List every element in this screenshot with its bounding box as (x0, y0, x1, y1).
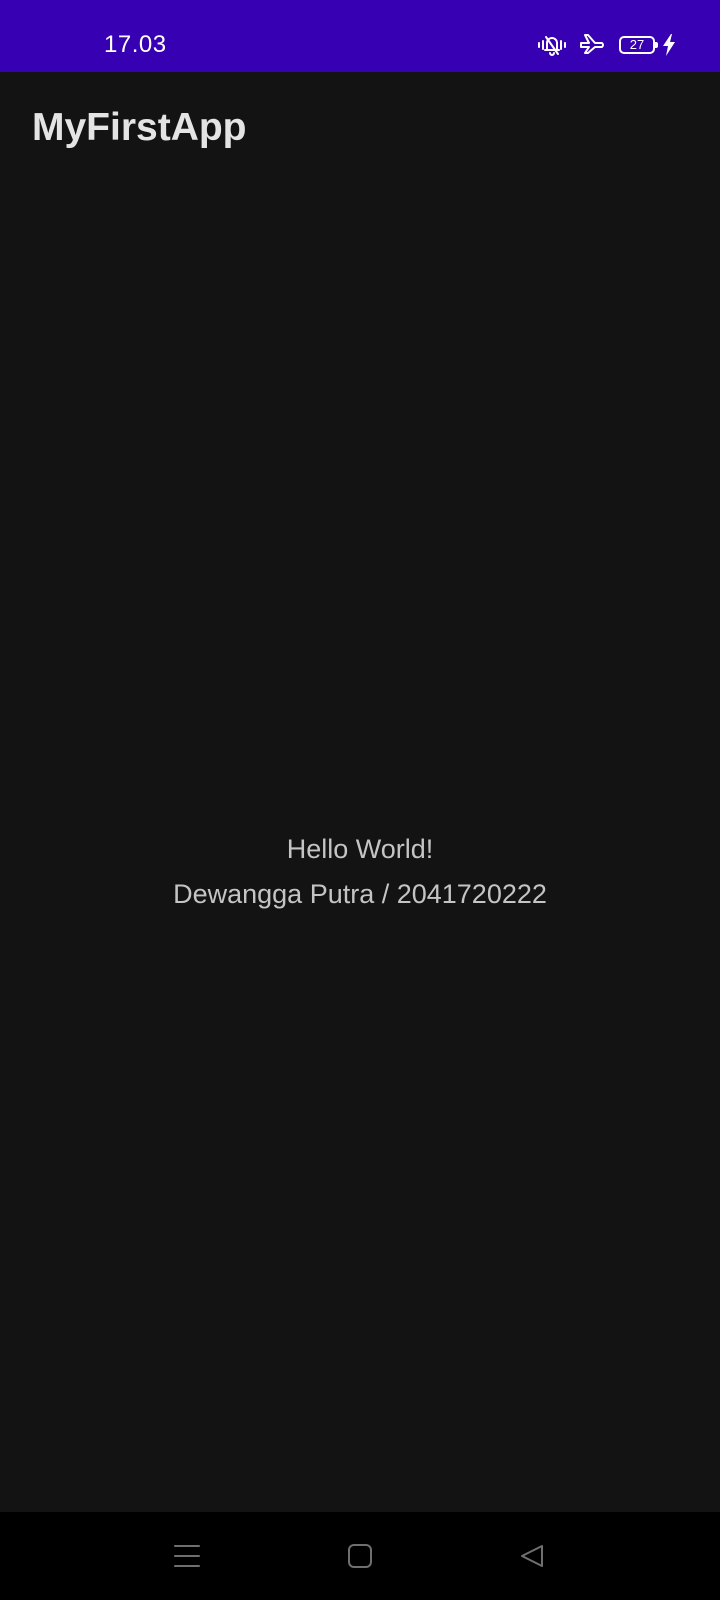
status-icons: 27 (537, 30, 676, 60)
battery-icon: 27 (619, 36, 658, 54)
back-icon (521, 1545, 543, 1567)
app-bar: MyFirstApp (0, 72, 720, 188)
charging-bolt-icon (662, 34, 676, 56)
recent-apps-button[interactable] (163, 1532, 211, 1580)
vibrate-mute-icon (537, 33, 567, 57)
airplane-mode-icon (579, 34, 607, 56)
hello-text: Hello World! (286, 834, 434, 864)
home-button[interactable] (336, 1532, 384, 1580)
name-id-text: Dewangga Putra / 2041720222 (173, 879, 547, 909)
status-time: 17.03 (104, 31, 167, 58)
battery-level: 27 (629, 37, 645, 52)
app-title: MyFirstApp (32, 106, 247, 149)
navigation-bar (0, 1512, 720, 1600)
status-bar: 17.03 27 (0, 0, 720, 72)
back-button[interactable] (508, 1532, 556, 1580)
home-icon (348, 1544, 372, 1568)
recent-apps-icon (174, 1545, 200, 1567)
